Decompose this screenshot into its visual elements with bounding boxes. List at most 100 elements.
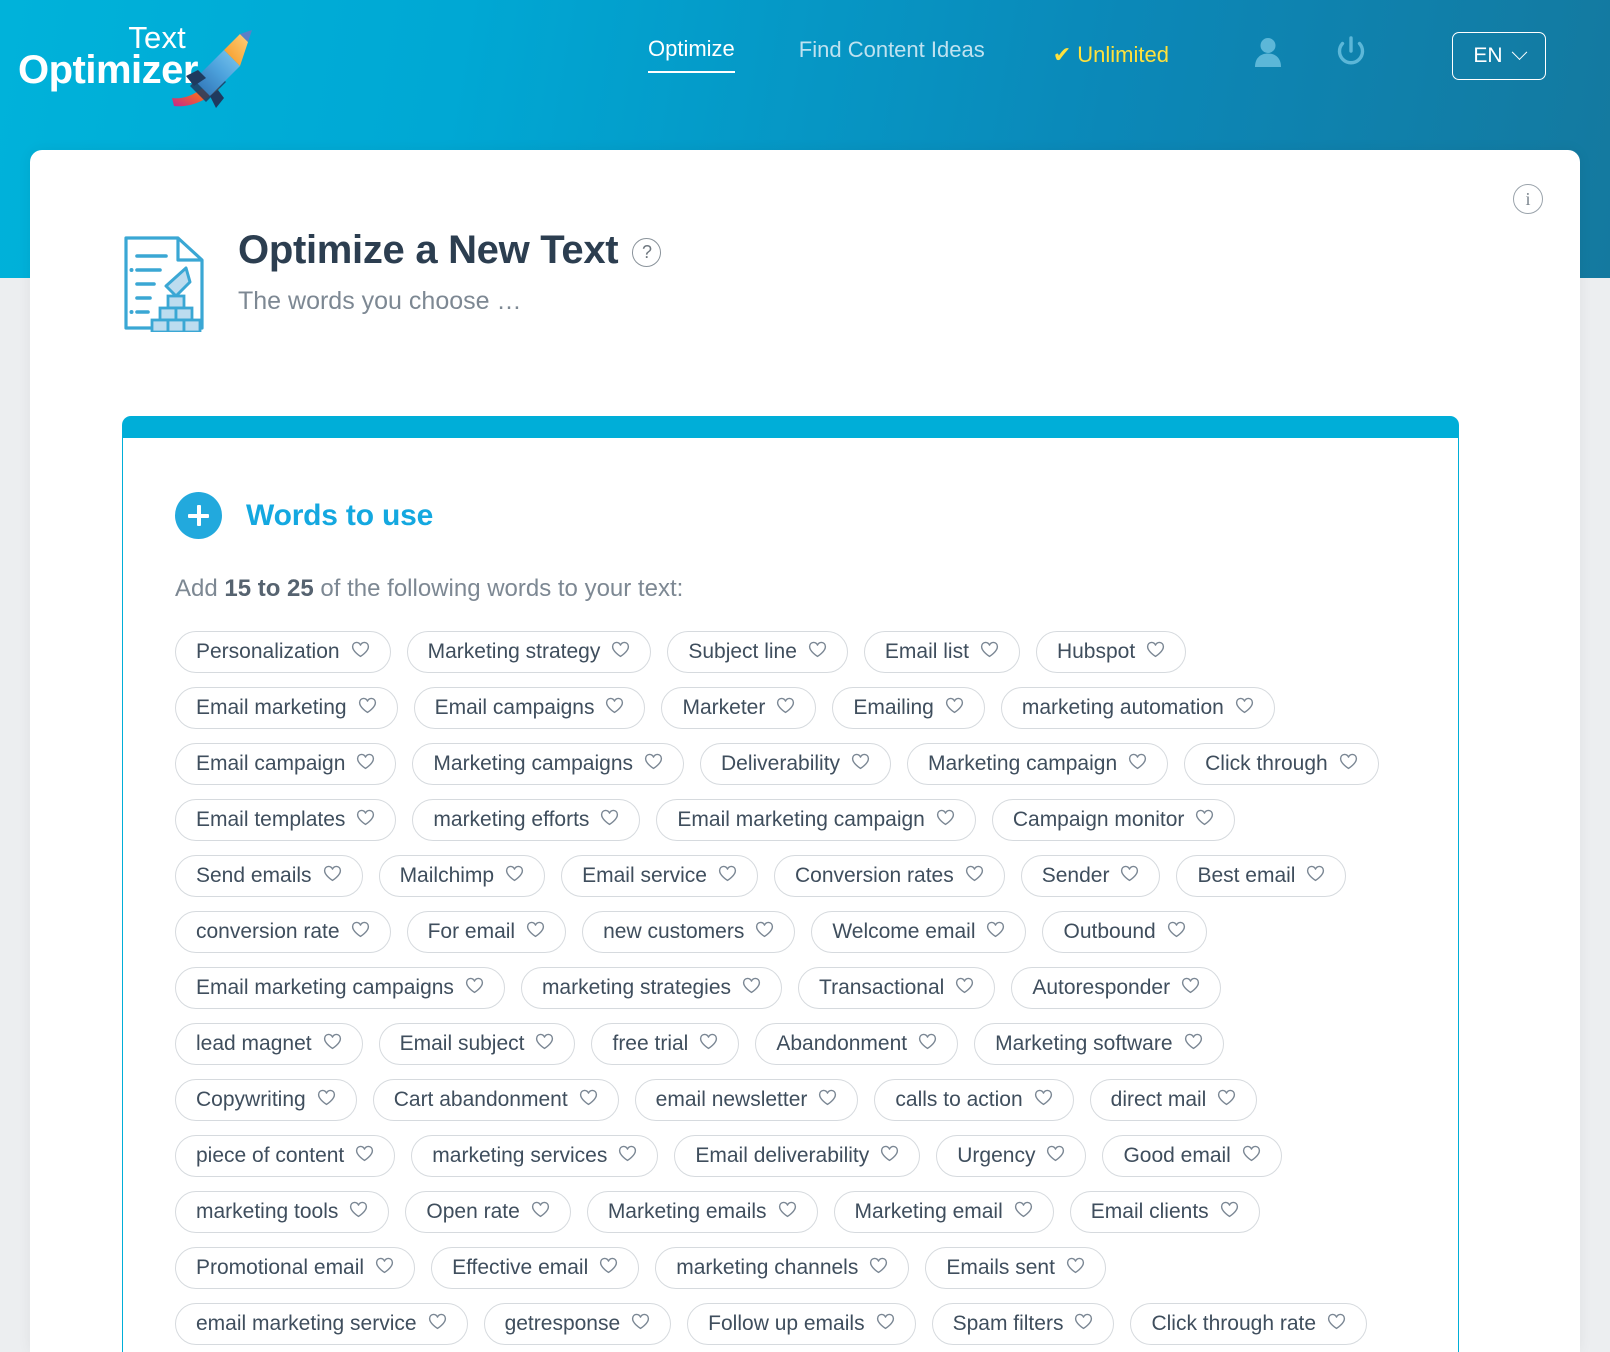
word-chip[interactable]: Urgency bbox=[936, 1135, 1087, 1177]
heart-outline-icon[interactable] bbox=[1181, 976, 1200, 1000]
heart-outline-icon[interactable] bbox=[1235, 696, 1254, 720]
word-chip[interactable]: new customers bbox=[582, 911, 796, 953]
nav-item-find-content-ideas[interactable]: Find Content Ideas bbox=[799, 37, 985, 72]
word-chip[interactable]: Email marketing campaigns bbox=[175, 967, 505, 1009]
heart-outline-icon[interactable] bbox=[986, 920, 1005, 944]
heart-outline-icon[interactable] bbox=[755, 920, 774, 944]
heart-outline-icon[interactable] bbox=[644, 752, 663, 776]
heart-outline-icon[interactable] bbox=[323, 1032, 342, 1056]
heart-outline-icon[interactable] bbox=[1184, 1032, 1203, 1056]
word-chip[interactable]: Emailing bbox=[832, 687, 985, 729]
word-chip[interactable]: Marketer bbox=[661, 687, 817, 729]
word-chip[interactable]: Email marketing bbox=[175, 687, 398, 729]
word-chip[interactable]: Personalization bbox=[175, 631, 391, 673]
word-chip[interactable]: marketing tools bbox=[175, 1191, 390, 1233]
word-chip[interactable]: marketing services bbox=[411, 1135, 659, 1177]
word-chip[interactable]: Send emails bbox=[175, 855, 363, 897]
help-icon[interactable]: ? bbox=[632, 238, 662, 267]
word-chip[interactable]: Emails sent bbox=[925, 1247, 1106, 1289]
heart-outline-icon[interactable] bbox=[1217, 1088, 1236, 1112]
word-chip[interactable]: Click through bbox=[1184, 743, 1379, 785]
heart-outline-icon[interactable] bbox=[1339, 752, 1358, 776]
logo[interactable]: Text Optimizer bbox=[18, 8, 258, 112]
heart-outline-icon[interactable] bbox=[1167, 920, 1186, 944]
heart-outline-icon[interactable] bbox=[1195, 808, 1214, 832]
nav-item-unlimited[interactable]: ✔ Unlimited bbox=[1053, 42, 1169, 68]
heart-outline-icon[interactable] bbox=[1306, 864, 1325, 888]
word-chip[interactable]: Conversion rates bbox=[773, 855, 1005, 897]
heart-outline-icon[interactable] bbox=[1034, 1088, 1053, 1112]
heart-outline-icon[interactable] bbox=[818, 1088, 837, 1112]
word-chip[interactable]: calls to action bbox=[874, 1079, 1074, 1121]
heart-outline-icon[interactable] bbox=[428, 1312, 447, 1336]
word-chip[interactable]: marketing channels bbox=[655, 1247, 910, 1289]
word-chip[interactable]: Email marketing campaign bbox=[656, 799, 976, 841]
word-chip[interactable]: For email bbox=[406, 911, 567, 953]
word-chip[interactable]: Effective email bbox=[431, 1247, 640, 1289]
user-account-button[interactable] bbox=[1253, 36, 1283, 71]
heart-outline-icon[interactable] bbox=[778, 1200, 797, 1224]
heart-outline-icon[interactable] bbox=[1120, 864, 1139, 888]
word-chip[interactable]: marketing strategies bbox=[520, 967, 783, 1009]
word-chip[interactable]: Outbound bbox=[1042, 911, 1207, 953]
heart-outline-icon[interactable] bbox=[351, 640, 370, 664]
word-chip[interactable]: email marketing service bbox=[175, 1303, 468, 1345]
word-chip[interactable]: Marketing software bbox=[974, 1023, 1224, 1065]
nav-item-optimize[interactable]: Optimize bbox=[648, 36, 735, 73]
heart-outline-icon[interactable] bbox=[611, 640, 630, 664]
word-chip[interactable]: Email service bbox=[561, 855, 758, 897]
word-chip[interactable]: direct mail bbox=[1089, 1079, 1258, 1121]
word-chip[interactable]: Email deliverability bbox=[674, 1135, 921, 1177]
heart-outline-icon[interactable] bbox=[1146, 640, 1165, 664]
word-chip[interactable]: Marketing strategy bbox=[406, 631, 652, 673]
word-chip[interactable]: marketing efforts bbox=[412, 799, 641, 841]
heart-outline-icon[interactable] bbox=[1046, 1144, 1065, 1168]
word-chip[interactable]: lead magnet bbox=[175, 1023, 363, 1065]
word-chip[interactable]: conversion rate bbox=[175, 911, 391, 953]
word-chip[interactable]: getresponse bbox=[483, 1303, 672, 1345]
word-chip[interactable]: Marketing email bbox=[833, 1191, 1054, 1233]
heart-outline-icon[interactable] bbox=[1074, 1312, 1093, 1336]
heart-outline-icon[interactable] bbox=[631, 1312, 650, 1336]
heart-outline-icon[interactable] bbox=[1242, 1144, 1261, 1168]
heart-outline-icon[interactable] bbox=[535, 1032, 554, 1056]
word-chip[interactable]: Email list bbox=[863, 631, 1020, 673]
word-chip[interactable]: Good email bbox=[1102, 1135, 1282, 1177]
heart-outline-icon[interactable] bbox=[358, 696, 377, 720]
word-chip[interactable]: Email campaigns bbox=[413, 687, 646, 729]
word-chip[interactable]: Email campaign bbox=[175, 743, 397, 785]
word-chip[interactable]: Best email bbox=[1176, 855, 1347, 897]
word-chip[interactable]: Abandonment bbox=[755, 1023, 959, 1065]
heart-outline-icon[interactable] bbox=[599, 1256, 618, 1280]
word-chip[interactable]: Welcome email bbox=[811, 911, 1027, 953]
plus-icon[interactable] bbox=[175, 492, 222, 539]
word-chip[interactable]: Autoresponder bbox=[1011, 967, 1222, 1009]
word-chip[interactable]: Email clients bbox=[1069, 1191, 1260, 1233]
language-selector[interactable]: EN bbox=[1452, 32, 1546, 80]
word-chip[interactable]: Email subject bbox=[378, 1023, 576, 1065]
heart-outline-icon[interactable] bbox=[776, 696, 795, 720]
info-icon[interactable]: i bbox=[1513, 184, 1543, 214]
word-chip[interactable]: Marketing campaign bbox=[907, 743, 1169, 785]
heart-outline-icon[interactable] bbox=[980, 640, 999, 664]
heart-outline-icon[interactable] bbox=[955, 976, 974, 1000]
word-chip[interactable]: Marketing campaigns bbox=[412, 743, 684, 785]
word-chip[interactable]: Sender bbox=[1020, 855, 1161, 897]
word-chip[interactable]: Spam filters bbox=[931, 1303, 1115, 1345]
heart-outline-icon[interactable] bbox=[579, 1088, 598, 1112]
heart-outline-icon[interactable] bbox=[1128, 752, 1147, 776]
heart-outline-icon[interactable] bbox=[945, 696, 964, 720]
heart-outline-icon[interactable] bbox=[349, 1200, 368, 1224]
heart-outline-icon[interactable] bbox=[1220, 1200, 1239, 1224]
word-chip[interactable]: Click through rate bbox=[1130, 1303, 1368, 1345]
heart-outline-icon[interactable] bbox=[618, 1144, 637, 1168]
word-chip[interactable]: piece of content bbox=[175, 1135, 396, 1177]
word-chip[interactable]: free trial bbox=[591, 1023, 740, 1065]
word-chip[interactable]: Open rate bbox=[405, 1191, 571, 1233]
word-chip[interactable]: Marketing emails bbox=[586, 1191, 818, 1233]
word-chip[interactable]: Promotional email bbox=[175, 1247, 416, 1289]
heart-outline-icon[interactable] bbox=[1014, 1200, 1033, 1224]
heart-outline-icon[interactable] bbox=[356, 752, 375, 776]
word-chip[interactable]: Follow up emails bbox=[687, 1303, 916, 1345]
heart-outline-icon[interactable] bbox=[851, 752, 870, 776]
